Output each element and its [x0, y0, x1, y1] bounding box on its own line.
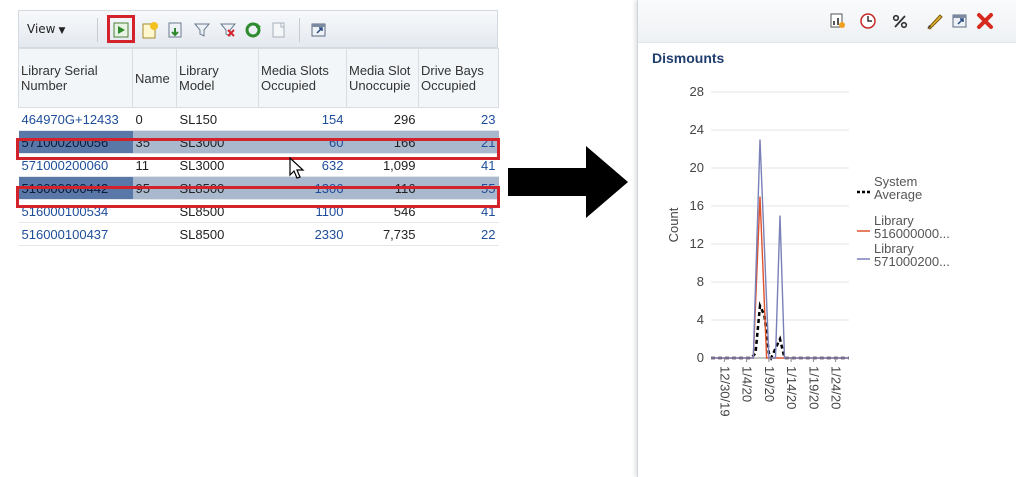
- table-toolbar: View ▼: [18, 10, 498, 48]
- drive-bays-cell: 22: [418, 222, 499, 246]
- x-tick-label: 1/14/20: [784, 366, 799, 409]
- series-line-2: [711, 139, 849, 359]
- series-line-0: [711, 301, 849, 361]
- slots-occupied-cell: 60: [258, 130, 347, 154]
- drive-bays-cell: 41: [418, 199, 499, 223]
- column-header-slots-occupied[interactable]: Media Slots Occupied: [258, 48, 347, 108]
- y-tick-label: 4: [697, 312, 704, 327]
- library-table-panel: View ▼ Library Serial Number Name Librar…: [16, 4, 500, 282]
- slots-occupied-cell: 2330: [258, 222, 347, 246]
- column-header-slots-unoccupied[interactable]: Media Slot Unoccupie: [346, 48, 419, 108]
- name-cell: 11: [132, 153, 177, 177]
- percent-icon[interactable]: [889, 10, 911, 32]
- drive-bays-cell: 21: [418, 130, 499, 154]
- y-tick-label: 24: [690, 122, 704, 137]
- name-cell: 35: [132, 130, 177, 154]
- x-tick-label: 1/24/20: [829, 366, 844, 409]
- slots-occupied-cell: 1100: [258, 199, 347, 223]
- clock-icon[interactable]: [857, 10, 879, 32]
- y-tick-label: 0: [697, 350, 704, 365]
- name-cell: 0: [132, 107, 177, 131]
- chart-panel-header: [638, 0, 1016, 43]
- y-tick-label: 8: [697, 274, 704, 289]
- model-cell: SL3000: [176, 153, 259, 177]
- name-cell: [132, 222, 177, 246]
- legend-label-1: Library 516000000...: [874, 213, 950, 241]
- dismounts-line-chart: 0 4 8 12 16 20 24 28 Count 12/30/19 1/4/20 1/9/20 1/…: [666, 84, 950, 417]
- table-row[interactable]: 464970G+12433 0 SL150 154 296 23: [18, 107, 499, 131]
- run-icon[interactable]: [112, 21, 130, 39]
- y-tick-label: 12: [690, 236, 704, 251]
- detach-icon[interactable]: [310, 21, 328, 39]
- name-cell: [132, 199, 177, 223]
- edit-icon[interactable]: [924, 10, 946, 32]
- name-cell: 95: [132, 176, 177, 200]
- serial-cell[interactable]: 464970G+12433: [18, 107, 133, 131]
- view-menu-label: View: [27, 22, 56, 36]
- serial-cell[interactable]: 571000200060: [18, 153, 133, 177]
- x-tick-label: 1/9/20: [762, 366, 777, 402]
- chart-title: Dismounts: [652, 50, 725, 66]
- refresh-icon[interactable]: [244, 21, 262, 39]
- toolbar-divider: [97, 18, 98, 42]
- close-icon[interactable]: [974, 10, 996, 32]
- y-axis-label: Count: [666, 207, 681, 242]
- serial-cell[interactable]: 516000000442: [18, 176, 133, 200]
- new-report-icon[interactable]: [141, 21, 159, 39]
- model-cell: SL8500: [176, 222, 259, 246]
- column-header-name[interactable]: Name: [132, 48, 177, 108]
- drive-bays-cell: 41: [418, 153, 499, 177]
- table-row[interactable]: 516000100534 SL8500 1100 546 41: [18, 199, 499, 223]
- view-menu-button[interactable]: View ▼: [27, 22, 65, 36]
- export-icon[interactable]: [167, 21, 185, 39]
- table-header-row: Library Serial Number Name Library Model…: [18, 48, 499, 108]
- slots-unoccupied-cell: 166: [346, 130, 419, 154]
- filter-icon[interactable]: [193, 21, 211, 39]
- clear-filter-icon[interactable]: [219, 21, 237, 39]
- slots-unoccupied-cell: 296: [346, 107, 419, 131]
- y-tick-label: 16: [690, 198, 704, 213]
- model-cell: SL3000: [176, 130, 259, 154]
- chart-type-icon[interactable]: [827, 10, 849, 32]
- chevron-down-icon: ▼: [58, 26, 66, 36]
- model-cell: SL8500: [176, 176, 259, 200]
- y-tick-label: 28: [690, 84, 704, 99]
- legend-label-0: System Average: [874, 174, 922, 202]
- slots-unoccupied-cell: 1,099: [346, 153, 419, 177]
- column-header-drive-bays[interactable]: Drive Bays Occupied: [418, 48, 499, 108]
- mouse-cursor-icon: [289, 157, 305, 179]
- table-row[interactable]: 516000000442 95 SL8500 1306 116 55: [18, 176, 499, 200]
- serial-cell[interactable]: 516000100437: [18, 222, 133, 246]
- column-header-model[interactable]: Library Model: [176, 48, 259, 108]
- serial-cell[interactable]: 571000200056: [18, 130, 133, 154]
- serial-cell[interactable]: 516000100534: [18, 199, 133, 223]
- drive-bays-cell: 55: [418, 176, 499, 200]
- column-header-serial[interactable]: Library Serial Number: [18, 48, 133, 108]
- slots-unoccupied-cell: 116: [346, 176, 419, 200]
- legend-label-2: Library 571000200...: [874, 241, 950, 269]
- model-cell: SL8500: [176, 199, 259, 223]
- slots-occupied-cell: 154: [258, 107, 347, 131]
- slots-unoccupied-cell: 546: [346, 199, 419, 223]
- slots-unoccupied-cell: 7,735: [346, 222, 419, 246]
- x-tick-label: 1/19/20: [806, 366, 821, 409]
- y-tick-label: 20: [690, 160, 704, 175]
- table-row[interactable]: 571000200060 11 SL3000 632 1,099 41: [18, 153, 499, 177]
- x-tick-label: 12/30/19: [717, 366, 732, 417]
- library-data-table: Library Serial Number Name Library Model…: [18, 48, 499, 246]
- drive-bays-cell: 23: [418, 107, 499, 131]
- toolbar-divider: [299, 18, 300, 42]
- dismounts-chart-panel: Dismounts 0 4 8 12 16 20 24 28 Count 12/30/19 1/4/…: [637, 0, 1016, 477]
- table-row[interactable]: 571000200056 35 SL3000 60 166 21: [18, 130, 499, 154]
- detach-icon[interactable]: [949, 10, 971, 32]
- x-tick-label: 1/4/20: [740, 366, 755, 402]
- table-row[interactable]: 516000100437 SL8500 2330 7,735 22: [18, 222, 499, 246]
- flow-arrow-icon: [508, 146, 628, 218]
- model-cell: SL150: [176, 107, 259, 131]
- document-icon[interactable]: [270, 21, 288, 39]
